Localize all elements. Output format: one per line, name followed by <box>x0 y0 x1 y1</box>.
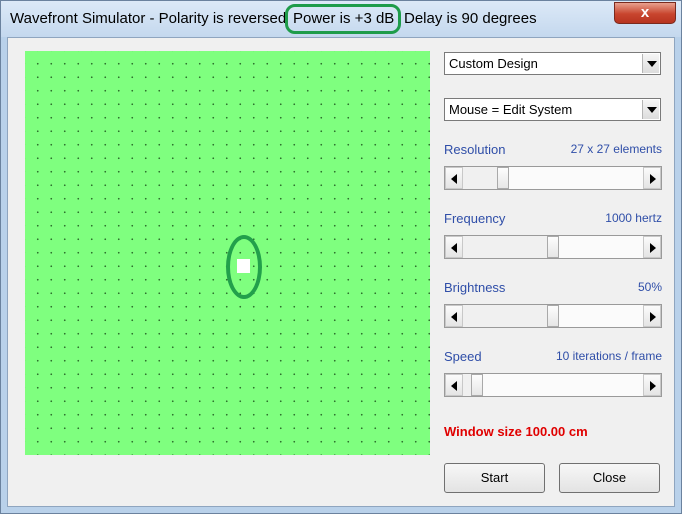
resolution-value: 27 x 27 elements <box>570 142 662 156</box>
scroll-left-icon[interactable] <box>445 305 463 327</box>
frequency-label-row: Frequency 1000 hertz <box>444 211 662 229</box>
design-dropdown[interactable]: Custom Design <box>444 52 661 75</box>
close-button[interactable]: Close <box>559 463 660 493</box>
resolution-slider[interactable] <box>444 166 662 190</box>
speed-fill <box>463 374 471 396</box>
window-title: Wavefront Simulator - Polarity is revers… <box>10 10 287 27</box>
frequency-slider[interactable] <box>444 235 662 259</box>
resolution-fill <box>463 167 497 189</box>
brightness-label: Brightness <box>444 280 506 295</box>
window-close-button[interactable]: x <box>614 2 676 24</box>
speed-label-row: Speed 10 iterations / frame <box>444 349 662 367</box>
scroll-left-icon[interactable] <box>445 236 463 258</box>
brightness-track[interactable] <box>463 305 643 327</box>
scroll-left-icon[interactable] <box>445 167 463 189</box>
close-icon: x <box>640 4 650 21</box>
speed-slider[interactable] <box>444 373 662 397</box>
brightness-slider[interactable] <box>444 304 662 328</box>
design-dropdown-value: Custom Design <box>449 56 538 71</box>
frequency-track[interactable] <box>463 236 643 258</box>
resolution-label-row: Resolution 27 x 27 elements <box>444 142 662 160</box>
window-size-readout: Window size 100.00 cm <box>444 424 588 439</box>
delay-status: Delay is 90 degrees <box>404 10 537 27</box>
brightness-label-row: Brightness 50% <box>444 280 662 298</box>
brightness-thumb[interactable] <box>547 305 559 327</box>
mouse-mode-dropdown[interactable]: Mouse = Edit System <box>444 98 661 121</box>
speed-value: 10 iterations / frame <box>555 349 662 363</box>
speed-thumb[interactable] <box>471 374 483 396</box>
scroll-left-icon[interactable] <box>445 374 463 396</box>
resolution-label: Resolution <box>444 142 506 157</box>
app-window: Wavefront Simulator - Polarity is revers… <box>0 0 682 514</box>
frequency-label: Frequency <box>444 211 506 226</box>
brightness-value: 50% <box>637 280 662 294</box>
chevron-down-icon[interactable] <box>642 100 659 119</box>
simulation-canvas[interactable] <box>25 51 430 455</box>
scroll-right-icon[interactable] <box>643 167 661 189</box>
title-bar[interactable]: Wavefront Simulator - Polarity is revers… <box>1 1 681 37</box>
speed-label: Speed <box>444 349 482 364</box>
scroll-right-icon[interactable] <box>643 305 661 327</box>
resolution-thumb[interactable] <box>497 167 509 189</box>
brightness-fill <box>463 305 547 327</box>
speed-track[interactable] <box>463 374 643 396</box>
frequency-value: 1000 hertz <box>605 211 662 225</box>
power-highlight-annotation <box>285 4 401 34</box>
source-highlight-annotation <box>226 235 262 299</box>
start-button[interactable]: Start <box>444 463 545 493</box>
scroll-right-icon[interactable] <box>643 374 661 396</box>
resolution-track[interactable] <box>463 167 643 189</box>
frequency-fill <box>463 236 547 258</box>
client-area: Custom Design Mouse = Edit System Resolu… <box>7 37 675 507</box>
frequency-thumb[interactable] <box>547 236 559 258</box>
mouse-mode-value: Mouse = Edit System <box>449 102 573 117</box>
chevron-down-icon[interactable] <box>642 54 659 73</box>
scroll-right-icon[interactable] <box>643 236 661 258</box>
